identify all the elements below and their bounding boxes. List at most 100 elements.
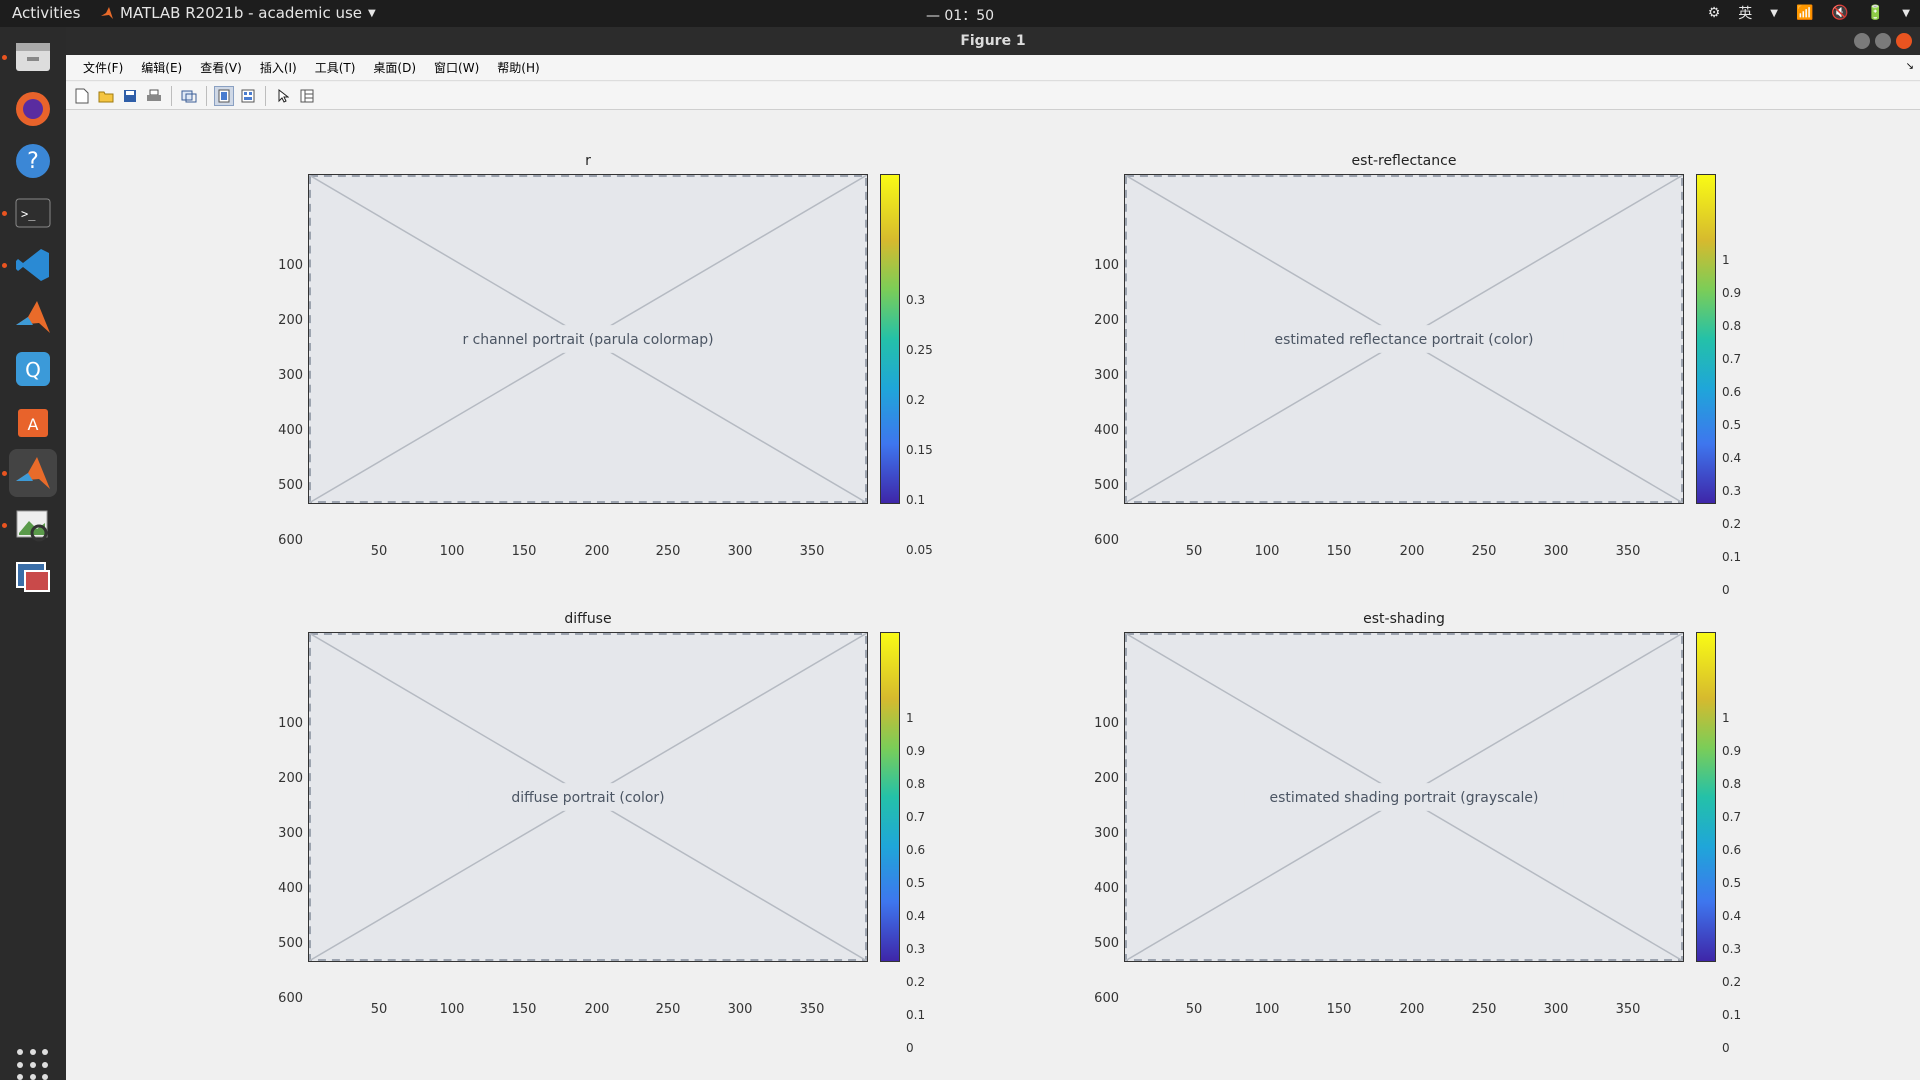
y-tick-label: 200	[1094, 771, 1119, 786]
colorbar	[880, 174, 900, 504]
menu-help[interactable]: 帮助(H)	[488, 59, 548, 76]
x-tick-label: 50	[1185, 544, 1203, 559]
colorbar-tick: 0.2	[1722, 975, 1742, 989]
save-button[interactable]	[120, 86, 140, 106]
colorbar-tick: 0.4	[906, 909, 926, 923]
x-tick-label: 250	[1471, 1002, 1497, 1017]
menu-desktop[interactable]: 桌面(D)	[364, 59, 425, 76]
x-tick-label: 250	[655, 544, 681, 559]
colorbar-tick: 0.4	[1722, 451, 1742, 465]
svg-text:>_: >_	[21, 207, 36, 221]
files-app-icon[interactable]	[9, 33, 57, 81]
x-tick-label: 200	[584, 1002, 610, 1017]
colorbar-tick: 0.1	[1722, 550, 1742, 564]
y-tick-label: 400	[278, 423, 303, 438]
chevron-down-icon: ▼	[1902, 7, 1910, 19]
menu-edit[interactable]: 编辑(E)	[132, 59, 191, 76]
running-indicator	[2, 471, 7, 476]
y-tick-label: 600	[278, 991, 303, 1006]
zotero-icon[interactable]: Q	[9, 345, 57, 393]
app-menu-label: MATLAB R2021b - academic use	[120, 4, 363, 22]
input-method-indicator[interactable]: 英	[1738, 3, 1752, 23]
photo-icon[interactable]	[9, 553, 57, 601]
x-tick-label: 150	[511, 544, 537, 559]
system-tray[interactable]: ⚙ 英 ▼ 📶 🔇 🔋 ▼	[1708, 3, 1910, 23]
image-placeholder-label: estimated reflectance portrait (color)	[1275, 332, 1534, 348]
property-editor-button[interactable]	[297, 86, 317, 106]
y-tick-label: 100	[1094, 716, 1119, 731]
y-tick-label: 400	[278, 881, 303, 896]
toolbar-separator	[265, 85, 266, 106]
new-figure-button[interactable]	[72, 86, 92, 106]
colorbar-tick: 0.25	[906, 343, 933, 357]
x-tick-label: 350	[1615, 1002, 1641, 1017]
open-file-button[interactable]	[96, 86, 116, 106]
menu-file[interactable]: 文件(F)	[74, 59, 132, 76]
close-button[interactable]	[1896, 33, 1912, 49]
matlab-active-icon[interactable]	[9, 449, 57, 497]
y-tick-label: 600	[1094, 533, 1119, 548]
maximize-button[interactable]	[1875, 33, 1891, 49]
colorbar-tick: 0.9	[1722, 286, 1742, 300]
y-tick-label: 100	[278, 716, 303, 731]
matlab-icon[interactable]	[9, 293, 57, 341]
colorbar-tick: 0.15	[906, 443, 933, 457]
dock-figure-icon[interactable]: ↘	[1906, 61, 1914, 72]
minimize-button[interactable]	[1854, 33, 1870, 49]
show-plot-tools-button[interactable]	[238, 86, 258, 106]
window-titlebar[interactable]: Figure 1	[66, 27, 1920, 55]
x-tick-label: 50	[1185, 1002, 1203, 1017]
x-tick-label: 100	[439, 544, 465, 559]
battery-icon[interactable]: 🔋	[1867, 5, 1884, 21]
x-tick-label: 200	[584, 544, 610, 559]
network-status-icon[interactable]: ⚙	[1708, 5, 1721, 21]
hide-plot-tools-button[interactable]	[214, 85, 234, 106]
top-bar: Activities MATLAB R2021b - academic use …	[0, 0, 1920, 27]
x-tick-label: 150	[511, 1002, 537, 1017]
edit-plot-pointer-button[interactable]	[273, 86, 293, 106]
x-tick-label: 200	[1399, 1002, 1425, 1017]
colorbar-tick: 0.9	[1722, 744, 1742, 758]
activities-button[interactable]: Activities	[12, 4, 80, 22]
running-indicator	[2, 55, 7, 60]
help-icon[interactable]: ?	[9, 137, 57, 185]
terminal-icon[interactable]: >_	[9, 189, 57, 237]
colorbar-tick: 0.8	[1722, 319, 1742, 333]
menu-window[interactable]: 窗口(W)	[425, 59, 488, 76]
colorbar-tick: 0.5	[1722, 418, 1742, 432]
colorbar-tick: 0.4	[1722, 909, 1742, 923]
x-tick-label: 100	[1254, 544, 1280, 559]
print-button[interactable]	[144, 86, 164, 106]
menu-insert[interactable]: 插入(I)	[251, 59, 306, 76]
dock: ? >_ Q A	[0, 27, 66, 1080]
firefox-icon[interactable]	[9, 85, 57, 133]
x-tick-label: 50	[370, 544, 388, 559]
colorbar-tick: 0.3	[906, 293, 926, 307]
colorbar-tick: 0	[906, 1041, 914, 1055]
wifi-icon[interactable]: 📶	[1796, 5, 1813, 21]
image-viewer-icon[interactable]	[9, 501, 57, 549]
vscode-icon[interactable]	[9, 241, 57, 289]
menu-tools[interactable]: 工具(T)	[306, 59, 365, 76]
subplot-title: est-reflectance	[1351, 153, 1457, 169]
colorbar-tick: 0.7	[906, 810, 926, 824]
show-apps-button[interactable]	[17, 1049, 49, 1080]
image-placeholder: estimated reflectance portrait (color)	[1124, 174, 1684, 504]
link-plot-button[interactable]	[179, 86, 199, 106]
app-menu[interactable]: MATLAB R2021b - academic use ▼	[100, 4, 376, 22]
y-tick-label: 300	[278, 368, 303, 383]
svg-text:Q: Q	[25, 358, 41, 382]
colorbar-tick: 0.3	[1722, 942, 1742, 956]
colorbar-tick: 0.05	[906, 543, 933, 557]
clock[interactable]: — 01：50	[926, 5, 994, 25]
colorbar-tick: 0.6	[906, 843, 926, 857]
image-placeholder-label: estimated shading portrait (grayscale)	[1270, 790, 1539, 806]
colorbar	[1696, 632, 1716, 962]
volume-icon[interactable]: 🔇	[1831, 5, 1848, 21]
y-tick-label: 300	[1094, 368, 1119, 383]
colorbar-tick: 0.3	[1722, 484, 1742, 498]
x-tick-label: 350	[799, 1002, 825, 1017]
menu-view[interactable]: 查看(V)	[191, 59, 251, 76]
image-placeholder: r channel portrait (parula colormap)	[308, 174, 868, 504]
software-center-icon[interactable]: A	[9, 397, 57, 445]
